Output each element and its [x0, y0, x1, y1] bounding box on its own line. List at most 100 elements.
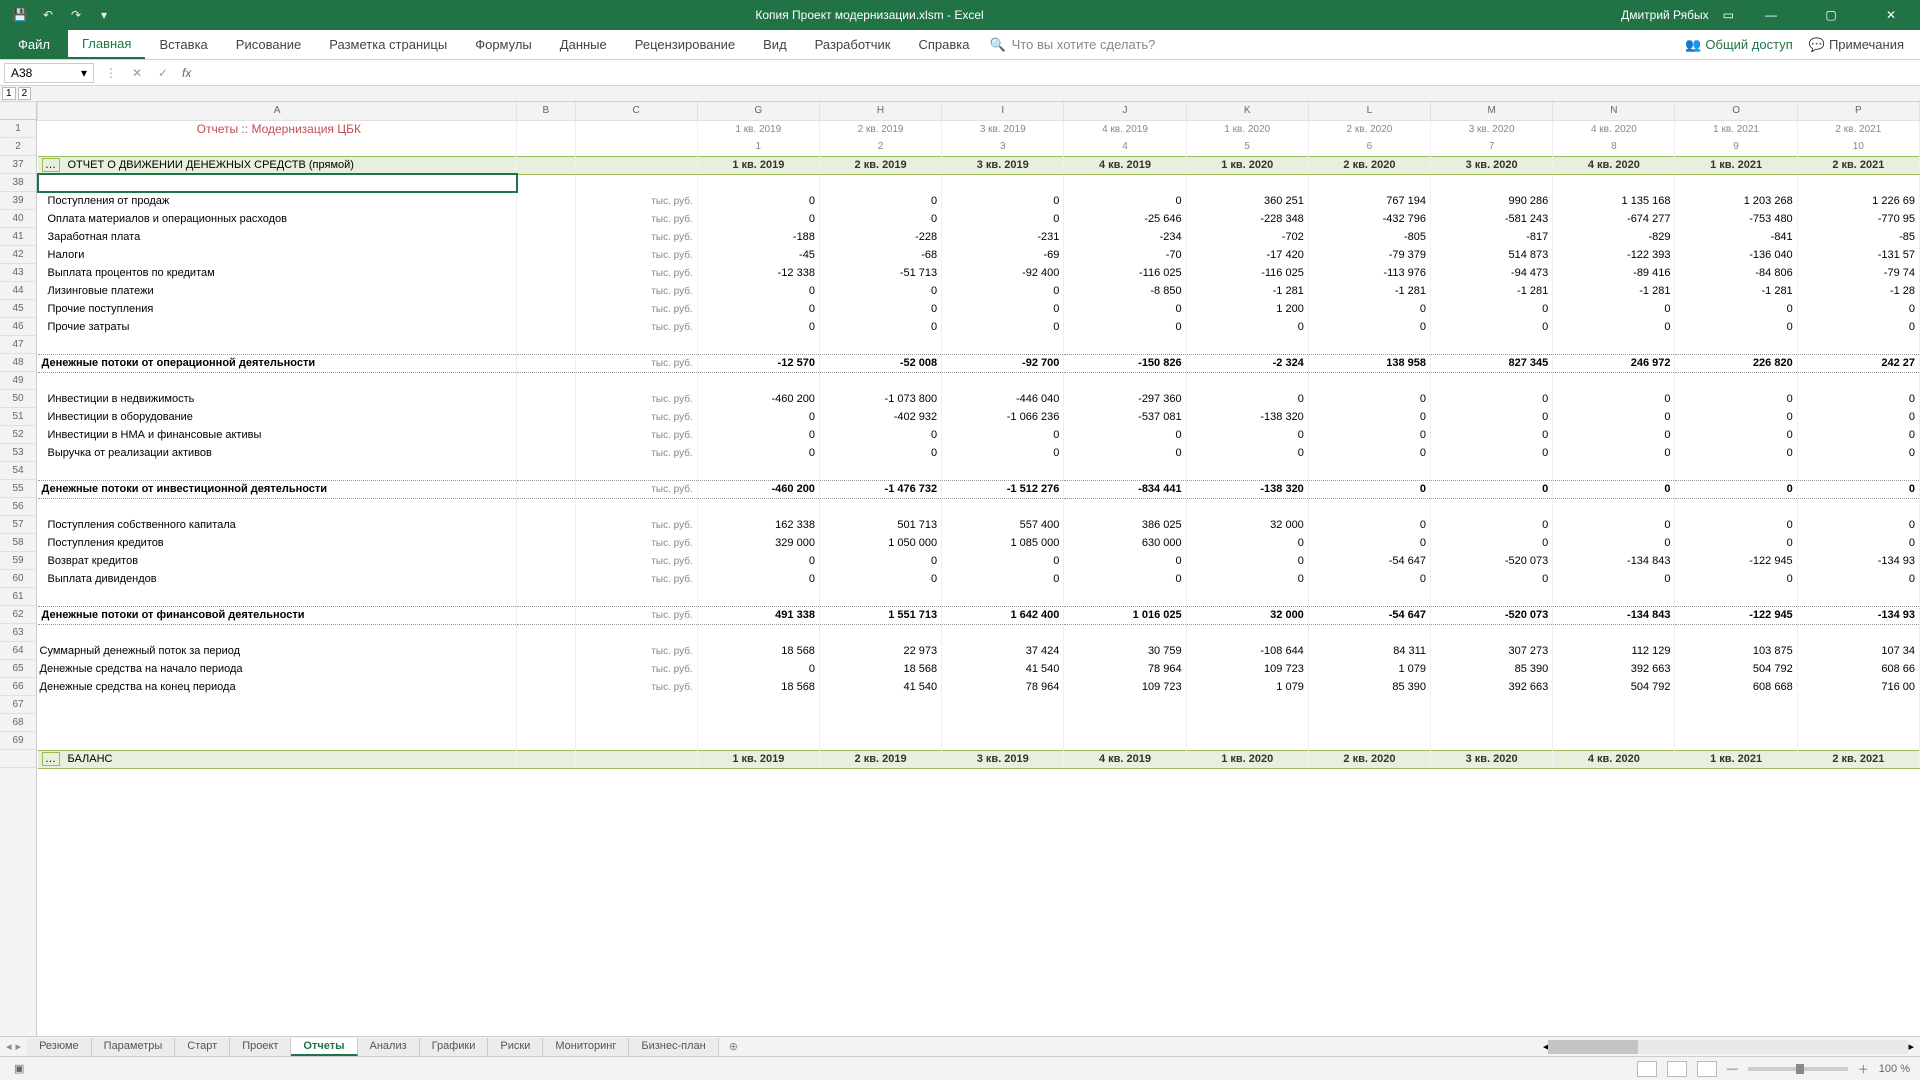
data-cell[interactable]: 0 [1675, 534, 1797, 552]
minimize-button[interactable]: ― [1748, 0, 1794, 30]
data-cell[interactable]: 557 400 [942, 516, 1064, 534]
data-cell[interactable]: 109 723 [1186, 660, 1308, 678]
cell[interactable] [575, 750, 697, 768]
cell[interactable] [517, 264, 575, 282]
cancel-formula-icon[interactable]: ✕ [124, 66, 150, 80]
data-cell[interactable]: 0 [1797, 444, 1919, 462]
data-cell[interactable]: 0 [942, 426, 1064, 444]
cell[interactable] [942, 624, 1064, 642]
row-header[interactable]: 60 [0, 570, 36, 588]
cell[interactable] [38, 714, 517, 732]
cell[interactable] [1675, 624, 1797, 642]
row-header[interactable]: 38 [0, 174, 36, 192]
cell[interactable] [1431, 174, 1553, 192]
row-header[interactable]: 1 [0, 120, 36, 138]
data-cell[interactable]: 307 273 [1431, 642, 1553, 660]
subtotal-cell[interactable]: -138 320 [1186, 480, 1308, 498]
zoom-slider[interactable] [1748, 1067, 1848, 1071]
tab-review[interactable]: Рецензирование [621, 30, 749, 59]
row-header[interactable]: 45 [0, 300, 36, 318]
data-cell[interactable]: 0 [942, 192, 1064, 210]
cell[interactable] [819, 336, 941, 354]
data-cell[interactable]: 0 [697, 282, 819, 300]
data-cell[interactable]: 18 568 [819, 660, 941, 678]
subtotal-cell[interactable]: 0 [1431, 480, 1553, 498]
cell[interactable] [575, 372, 697, 390]
cell[interactable] [1797, 588, 1919, 606]
cell[interactable] [819, 588, 941, 606]
data-cell[interactable]: -70 [1064, 246, 1186, 264]
data-cell[interactable]: 0 [1308, 444, 1430, 462]
data-cell[interactable]: -89 416 [1553, 264, 1675, 282]
cell[interactable] [1675, 462, 1797, 480]
zoom-level[interactable]: 100 % [1879, 1063, 1910, 1075]
cell[interactable] [1308, 462, 1430, 480]
data-cell[interactable]: 0 [1553, 300, 1675, 318]
data-cell[interactable]: 0 [1431, 444, 1553, 462]
cell[interactable] [517, 228, 575, 246]
row-header[interactable] [0, 750, 36, 768]
cell[interactable] [517, 318, 575, 336]
cell[interactable] [942, 462, 1064, 480]
data-cell[interactable]: 0 [819, 192, 941, 210]
tab-view[interactable]: Вид [749, 30, 801, 59]
subtotal-cell[interactable]: -520 073 [1431, 606, 1553, 624]
data-cell[interactable]: -1 281 [1308, 282, 1430, 300]
cell[interactable] [1797, 732, 1919, 750]
sheet-tab-бизнес-план[interactable]: Бизнес-план [629, 1038, 718, 1056]
data-cell[interactable]: -817 [1431, 228, 1553, 246]
data-cell[interactable]: 78 964 [942, 678, 1064, 696]
data-cell[interactable]: 0 [1064, 552, 1186, 570]
cell[interactable] [1308, 624, 1430, 642]
cell[interactable]: Отчеты :: Модернизация ЦБК [38, 120, 517, 138]
sheet-tab-проект[interactable]: Проект [230, 1038, 291, 1056]
data-cell[interactable]: 1 079 [1186, 678, 1308, 696]
column-header[interactable]: H [819, 102, 941, 120]
data-cell[interactable]: 0 [942, 318, 1064, 336]
data-cell[interactable]: 0 [942, 300, 1064, 318]
data-cell[interactable]: 0 [819, 570, 941, 588]
row-header[interactable]: 48 [0, 354, 36, 372]
tab-file[interactable]: Файл [0, 30, 68, 59]
data-cell[interactable]: -138 320 [1186, 408, 1308, 426]
cell[interactable] [517, 408, 575, 426]
data-cell[interactable]: 0 [1186, 426, 1308, 444]
data-cell[interactable]: 0 [1797, 534, 1919, 552]
cell[interactable] [517, 642, 575, 660]
row-header[interactable]: 69 [0, 732, 36, 750]
row-header[interactable]: 50 [0, 390, 36, 408]
cell[interactable] [697, 498, 819, 516]
cell[interactable] [38, 336, 517, 354]
column-header[interactable]: N [1553, 102, 1675, 120]
data-cell[interactable]: 514 873 [1431, 246, 1553, 264]
cell[interactable] [575, 498, 697, 516]
cell[interactable] [1431, 498, 1553, 516]
data-cell[interactable]: -116 025 [1186, 264, 1308, 282]
sheet-tab-графики[interactable]: Графики [420, 1038, 489, 1056]
subtotal-cell[interactable]: -834 441 [1064, 480, 1186, 498]
cell[interactable] [1797, 336, 1919, 354]
data-cell[interactable]: -674 277 [1553, 210, 1675, 228]
cell[interactable] [1308, 696, 1430, 714]
data-cell[interactable]: -113 976 [1308, 264, 1430, 282]
cell[interactable] [697, 372, 819, 390]
row-header[interactable]: 52 [0, 426, 36, 444]
data-cell[interactable]: 103 875 [1675, 642, 1797, 660]
data-cell[interactable]: 85 390 [1308, 678, 1430, 696]
cell[interactable] [517, 714, 575, 732]
cell[interactable] [697, 462, 819, 480]
subtotal-cell[interactable]: 32 000 [1186, 606, 1308, 624]
sheet-tab-параметры[interactable]: Параметры [92, 1038, 176, 1056]
data-cell[interactable]: 0 [697, 210, 819, 228]
cell[interactable] [575, 336, 697, 354]
data-cell[interactable]: -116 025 [1064, 264, 1186, 282]
cell[interactable] [1186, 372, 1308, 390]
cell[interactable] [517, 120, 575, 138]
data-cell[interactable]: 0 [1186, 534, 1308, 552]
data-cell[interactable]: 0 [697, 570, 819, 588]
data-cell[interactable]: 0 [1797, 570, 1919, 588]
column-header[interactable]: J [1064, 102, 1186, 120]
cell[interactable] [1064, 498, 1186, 516]
data-cell[interactable]: -1 281 [1553, 282, 1675, 300]
cell[interactable] [1186, 588, 1308, 606]
